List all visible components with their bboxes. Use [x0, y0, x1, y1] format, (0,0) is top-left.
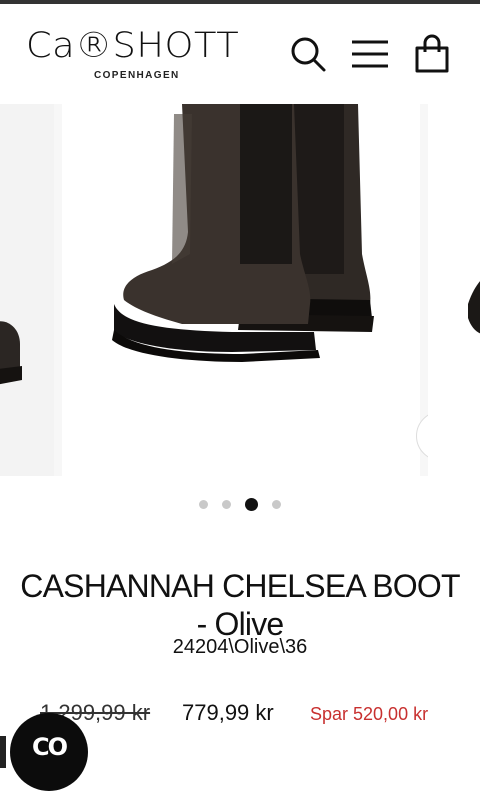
- logo-subtitle: COPENHAGEN: [94, 70, 180, 81]
- cart-icon: [415, 34, 449, 73]
- boot-image-partial-right: [468, 281, 480, 334]
- search-button[interactable]: [288, 34, 328, 74]
- search-icon: [291, 37, 326, 72]
- chat-badge-button[interactable]: CO: [10, 713, 88, 791]
- cart-button[interactable]: [412, 34, 452, 74]
- site-header: Ca®SHOTT COPENHAGEN: [0, 4, 480, 104]
- edge-fragment: [0, 736, 6, 768]
- gallery-pagination: [0, 496, 480, 512]
- boot-image-partial-left: [0, 321, 22, 385]
- gallery-dot[interactable]: [222, 499, 231, 509]
- product-sku: 24204\Olive\36: [172, 636, 308, 658]
- brand-logo[interactable]: Ca®SHOTT COPENHAGEN: [26, 26, 252, 86]
- chat-badge-icon: CO: [31, 733, 68, 761]
- product-gallery[interactable]: [0, 104, 480, 476]
- menu-icon: [352, 40, 388, 68]
- gallery-dot[interactable]: [199, 499, 208, 509]
- logo-wordmark: Ca®SHOTT: [26, 26, 240, 66]
- gallery-slide-previous[interactable]: [0, 104, 54, 476]
- boot-image: [112, 104, 374, 362]
- gallery-slide-active[interactable]: [62, 104, 466, 476]
- sale-price: 779,99 kr: [182, 700, 274, 725]
- gallery-slide-next[interactable]: [428, 104, 480, 476]
- gallery-dot-active[interactable]: [245, 497, 258, 511]
- gallery-dot[interactable]: [272, 499, 281, 509]
- product-title: CASHANNAH CHELSEA BOOT - Olive: [20, 568, 460, 643]
- savings-label: Spar 520,00 kr: [310, 704, 429, 724]
- menu-button[interactable]: [350, 34, 390, 74]
